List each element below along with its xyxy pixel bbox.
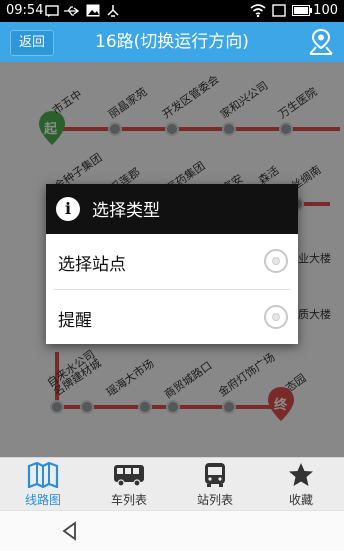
status-time: 09:54 xyxy=(6,3,44,18)
option-label: 选择站点 xyxy=(58,255,126,275)
battery-level: 100 xyxy=(313,3,338,18)
map-marker-icon[interactable] xyxy=(308,28,334,56)
page-title[interactable]: 16路(切换运行方向) xyxy=(62,30,282,54)
tab-bus-list[interactable]: 车列表 xyxy=(86,458,172,510)
debug-icon xyxy=(107,5,119,17)
dialog-header: i 选择类型 xyxy=(46,184,298,234)
app-header: 返回 16路(切换运行方向) xyxy=(0,22,344,62)
option-reminder[interactable]: 提醒 xyxy=(46,290,298,345)
battery-icon xyxy=(292,5,312,16)
usb-icon xyxy=(64,6,79,16)
back-nav-icon[interactable] xyxy=(60,521,80,541)
image-icon xyxy=(86,4,100,17)
tab-route-map[interactable]: 线路图 xyxy=(0,458,86,510)
info-icon: i xyxy=(56,197,80,221)
map-book-icon xyxy=(27,462,59,488)
status-bar: 09:54 100 xyxy=(0,0,344,22)
sim-icon xyxy=(272,4,286,17)
select-type-dialog: i 选择类型 选择站点 提醒 xyxy=(46,184,298,344)
back-button[interactable]: 返回 xyxy=(10,30,54,56)
radio-button[interactable] xyxy=(264,249,288,273)
tab-favorites[interactable]: 收藏 xyxy=(258,458,344,510)
bus-front-icon xyxy=(205,463,225,487)
radio-button[interactable] xyxy=(264,305,288,329)
dialog-title: 选择类型 xyxy=(92,201,160,221)
tab-stop-list[interactable]: 站列表 xyxy=(172,458,258,510)
tab-label: 车列表 xyxy=(110,493,147,507)
message-icon xyxy=(45,5,59,17)
tab-label: 线路图 xyxy=(24,493,61,507)
star-icon xyxy=(289,463,313,486)
tab-label: 站列表 xyxy=(196,493,233,507)
option-label: 提醒 xyxy=(58,311,92,331)
tab-label: 收藏 xyxy=(288,493,313,507)
option-select-stop[interactable]: 选择站点 xyxy=(46,234,298,289)
bus-side-icon xyxy=(114,465,144,487)
wifi-icon xyxy=(250,4,266,17)
bottom-tab-bar: 线路图 车列表 站列表 收藏 xyxy=(0,457,344,510)
system-nav-bar xyxy=(0,510,344,551)
